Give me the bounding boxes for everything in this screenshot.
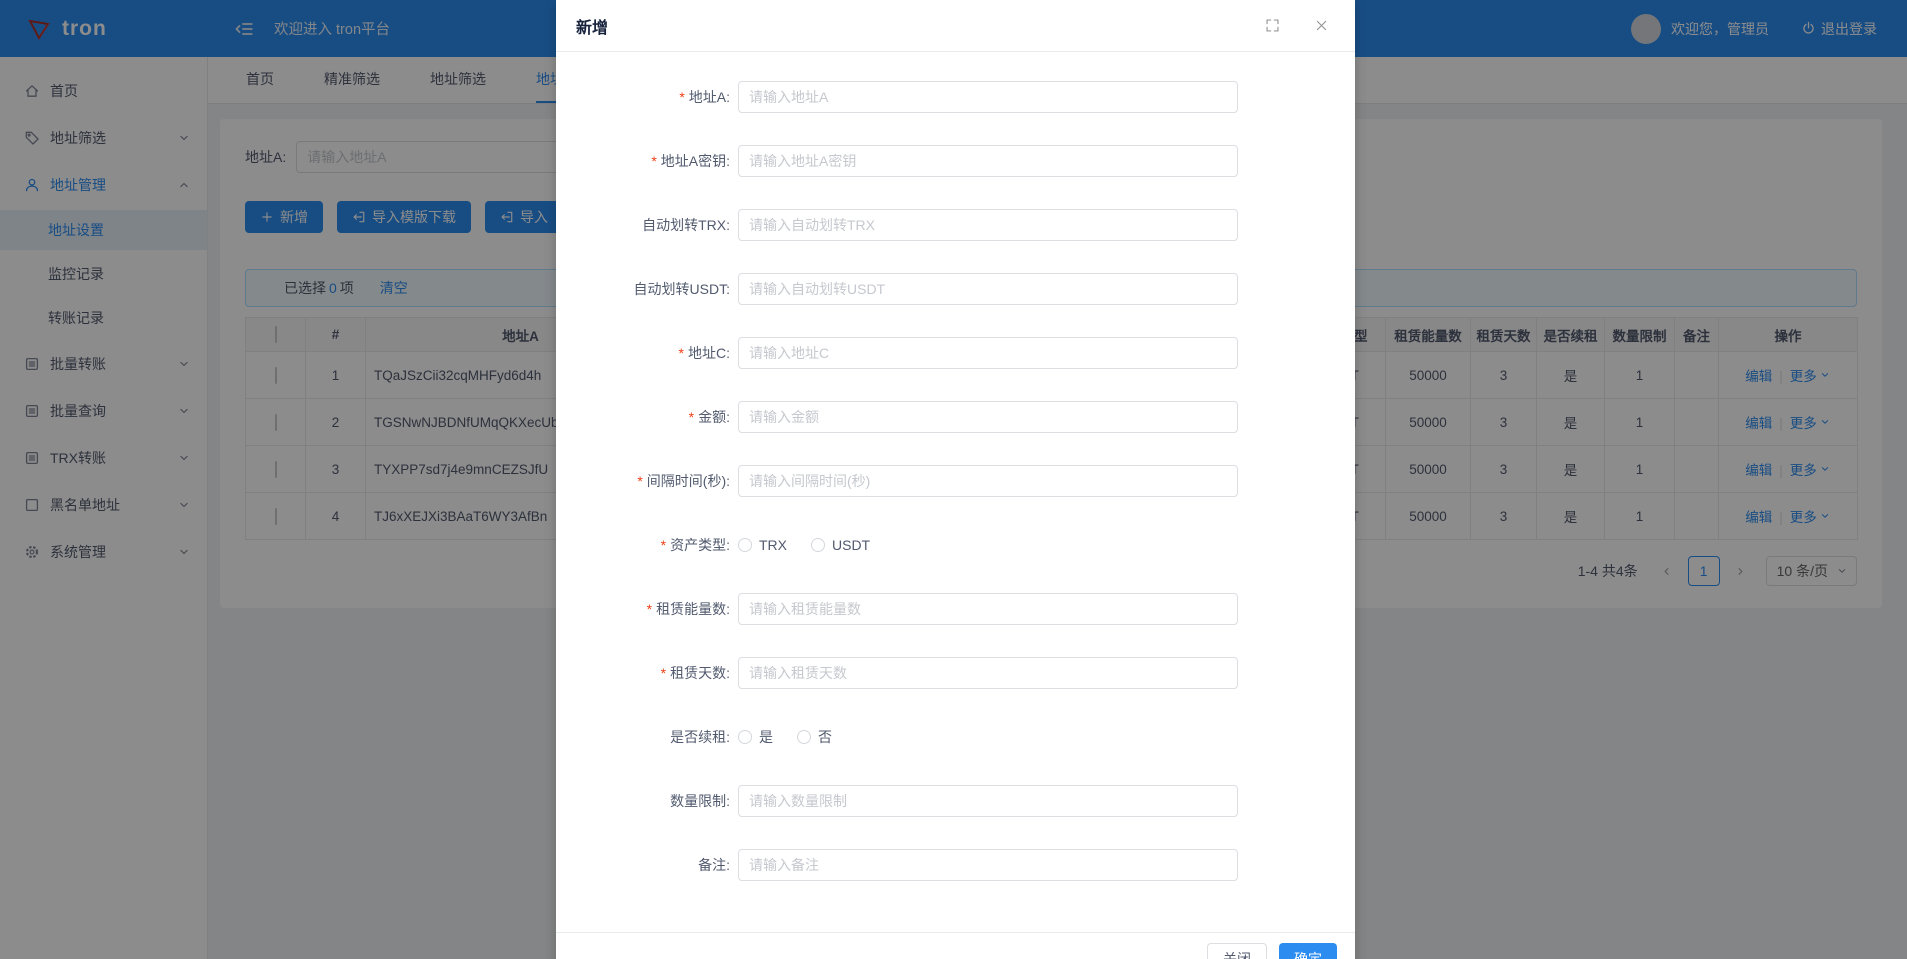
field-label-text: 备注:	[698, 857, 730, 873]
form-row-11: 数量限制:	[556, 785, 1355, 817]
field-input[interactable]	[738, 337, 1238, 369]
field-input[interactable]	[738, 785, 1238, 817]
field-label-text: 地址C:	[688, 345, 730, 361]
field-control	[738, 465, 1238, 497]
field-control	[738, 785, 1238, 817]
field-control	[738, 273, 1238, 305]
modal-form: *地址A:*地址A密钥:自动划转TRX:自动划转USDT:*地址C:*金额:*间…	[556, 52, 1355, 881]
cancel-button[interactable]: 关闭	[1207, 943, 1267, 959]
field-label: *地址C:	[556, 343, 730, 363]
field-label-text: 是否续租:	[670, 729, 730, 745]
field-input[interactable]	[738, 209, 1238, 241]
field-label-text: 租赁能量数:	[656, 601, 730, 617]
form-row-9: *租赁天数:	[556, 657, 1355, 689]
field-label: * 地址A密钥:	[556, 151, 730, 171]
radio-circle-icon[interactable]	[797, 730, 811, 744]
field-label-text: 间隔时间(秒):	[647, 473, 730, 489]
radio-option-1[interactable]: 否	[797, 727, 832, 747]
radio-circle-icon[interactable]	[738, 538, 752, 552]
field-label-text: 资产类型:	[670, 537, 730, 553]
field-label-text: 自动划转TRX:	[642, 217, 730, 233]
form-row-3: 自动划转USDT:	[556, 273, 1355, 305]
radio-option-1[interactable]: USDT	[811, 537, 870, 553]
radio-option-label: 是	[759, 727, 773, 747]
field-control	[738, 145, 1238, 177]
field-input[interactable]	[738, 273, 1238, 305]
app-root: tron 欢迎进入 tron平台 欢迎您，管理员 退出登录 首页地址筛选地址管理…	[0, 0, 1907, 959]
fullscreen-icon[interactable]	[1259, 12, 1286, 39]
radio-option-label: USDT	[832, 537, 870, 553]
close-glyph	[1314, 18, 1329, 33]
form-row-2: 自动划转TRX:	[556, 209, 1355, 241]
field-label: * 地址A:	[556, 87, 730, 107]
field-control: 是否	[738, 727, 856, 747]
radio-option-0[interactable]: TRX	[738, 537, 787, 553]
field-control	[738, 657, 1238, 689]
modal-title: 新增	[576, 14, 608, 38]
field-label-text: 地址A密钥:	[661, 153, 730, 169]
field-input[interactable]	[738, 465, 1238, 497]
field-control	[738, 593, 1238, 625]
radio-option-label: 否	[818, 727, 832, 747]
field-label: 数量限制:	[556, 791, 730, 811]
modal-header: 新增	[556, 0, 1355, 52]
field-input[interactable]	[738, 593, 1238, 625]
field-input[interactable]	[738, 81, 1238, 113]
required-marker: *	[661, 537, 666, 553]
field-label: *租赁天数:	[556, 663, 730, 683]
required-marker: *	[647, 601, 652, 617]
radio-circle-icon[interactable]	[811, 538, 825, 552]
form-row-1: * 地址A密钥:	[556, 145, 1355, 177]
form-row-5: *金额:	[556, 401, 1355, 433]
confirm-button[interactable]: 确定	[1279, 943, 1337, 959]
required-marker: *	[637, 473, 642, 489]
modal-tools	[1259, 12, 1335, 39]
add-modal: 新增 *地址A:*地址A密钥:自动划转TRX:自动划转USDT:*地址C:*金额…	[556, 0, 1355, 959]
field-label-text: 地址A:	[689, 89, 730, 105]
form-row-10: 是否续租:是否	[556, 721, 1355, 753]
field-label: 备注:	[556, 855, 730, 875]
required-marker: *	[679, 89, 684, 105]
field-control	[738, 401, 1238, 433]
required-marker: *	[679, 345, 684, 361]
field-input[interactable]	[738, 849, 1238, 881]
required-marker: *	[651, 153, 656, 169]
radio-circle-icon[interactable]	[738, 730, 752, 744]
field-control	[738, 337, 1238, 369]
field-label-text: 自动划转USDT:	[634, 281, 730, 297]
required-marker: *	[661, 665, 666, 681]
form-row-7: *资产类型: TRX USDT	[556, 529, 1355, 561]
field-label: 自动划转USDT:	[556, 279, 730, 299]
field-control	[738, 209, 1238, 241]
form-row-8: *租赁能量数:	[556, 593, 1355, 625]
field-label: *资产类型:	[556, 535, 730, 555]
field-input[interactable]	[738, 657, 1238, 689]
field-input[interactable]	[738, 401, 1238, 433]
field-label: 自动划转TRX:	[556, 215, 730, 235]
field-control: TRX USDT	[738, 537, 894, 553]
radio-option-0[interactable]: 是	[738, 727, 773, 747]
radio-option-label: TRX	[759, 537, 787, 553]
field-control	[738, 81, 1238, 113]
field-control	[738, 849, 1238, 881]
close-icon[interactable]	[1308, 12, 1335, 39]
form-row-0: * 地址A:	[556, 81, 1355, 113]
field-label: *金额:	[556, 407, 730, 427]
field-label-text: 租赁天数:	[670, 665, 730, 681]
required-marker: *	[689, 409, 694, 425]
form-row-6: * 间隔时间(秒):	[556, 465, 1355, 497]
field-label-text: 金额:	[698, 409, 730, 425]
field-label: *租赁能量数:	[556, 599, 730, 619]
form-row-4: *地址C:	[556, 337, 1355, 369]
field-input[interactable]	[738, 145, 1238, 177]
field-label-text: 数量限制:	[670, 793, 730, 809]
field-label: * 间隔时间(秒):	[556, 471, 730, 491]
field-label: 是否续租:	[556, 727, 730, 747]
modal-footer: 关闭 确定	[556, 932, 1355, 959]
expand-glyph	[1265, 18, 1280, 33]
form-row-12: 备注:	[556, 849, 1355, 881]
